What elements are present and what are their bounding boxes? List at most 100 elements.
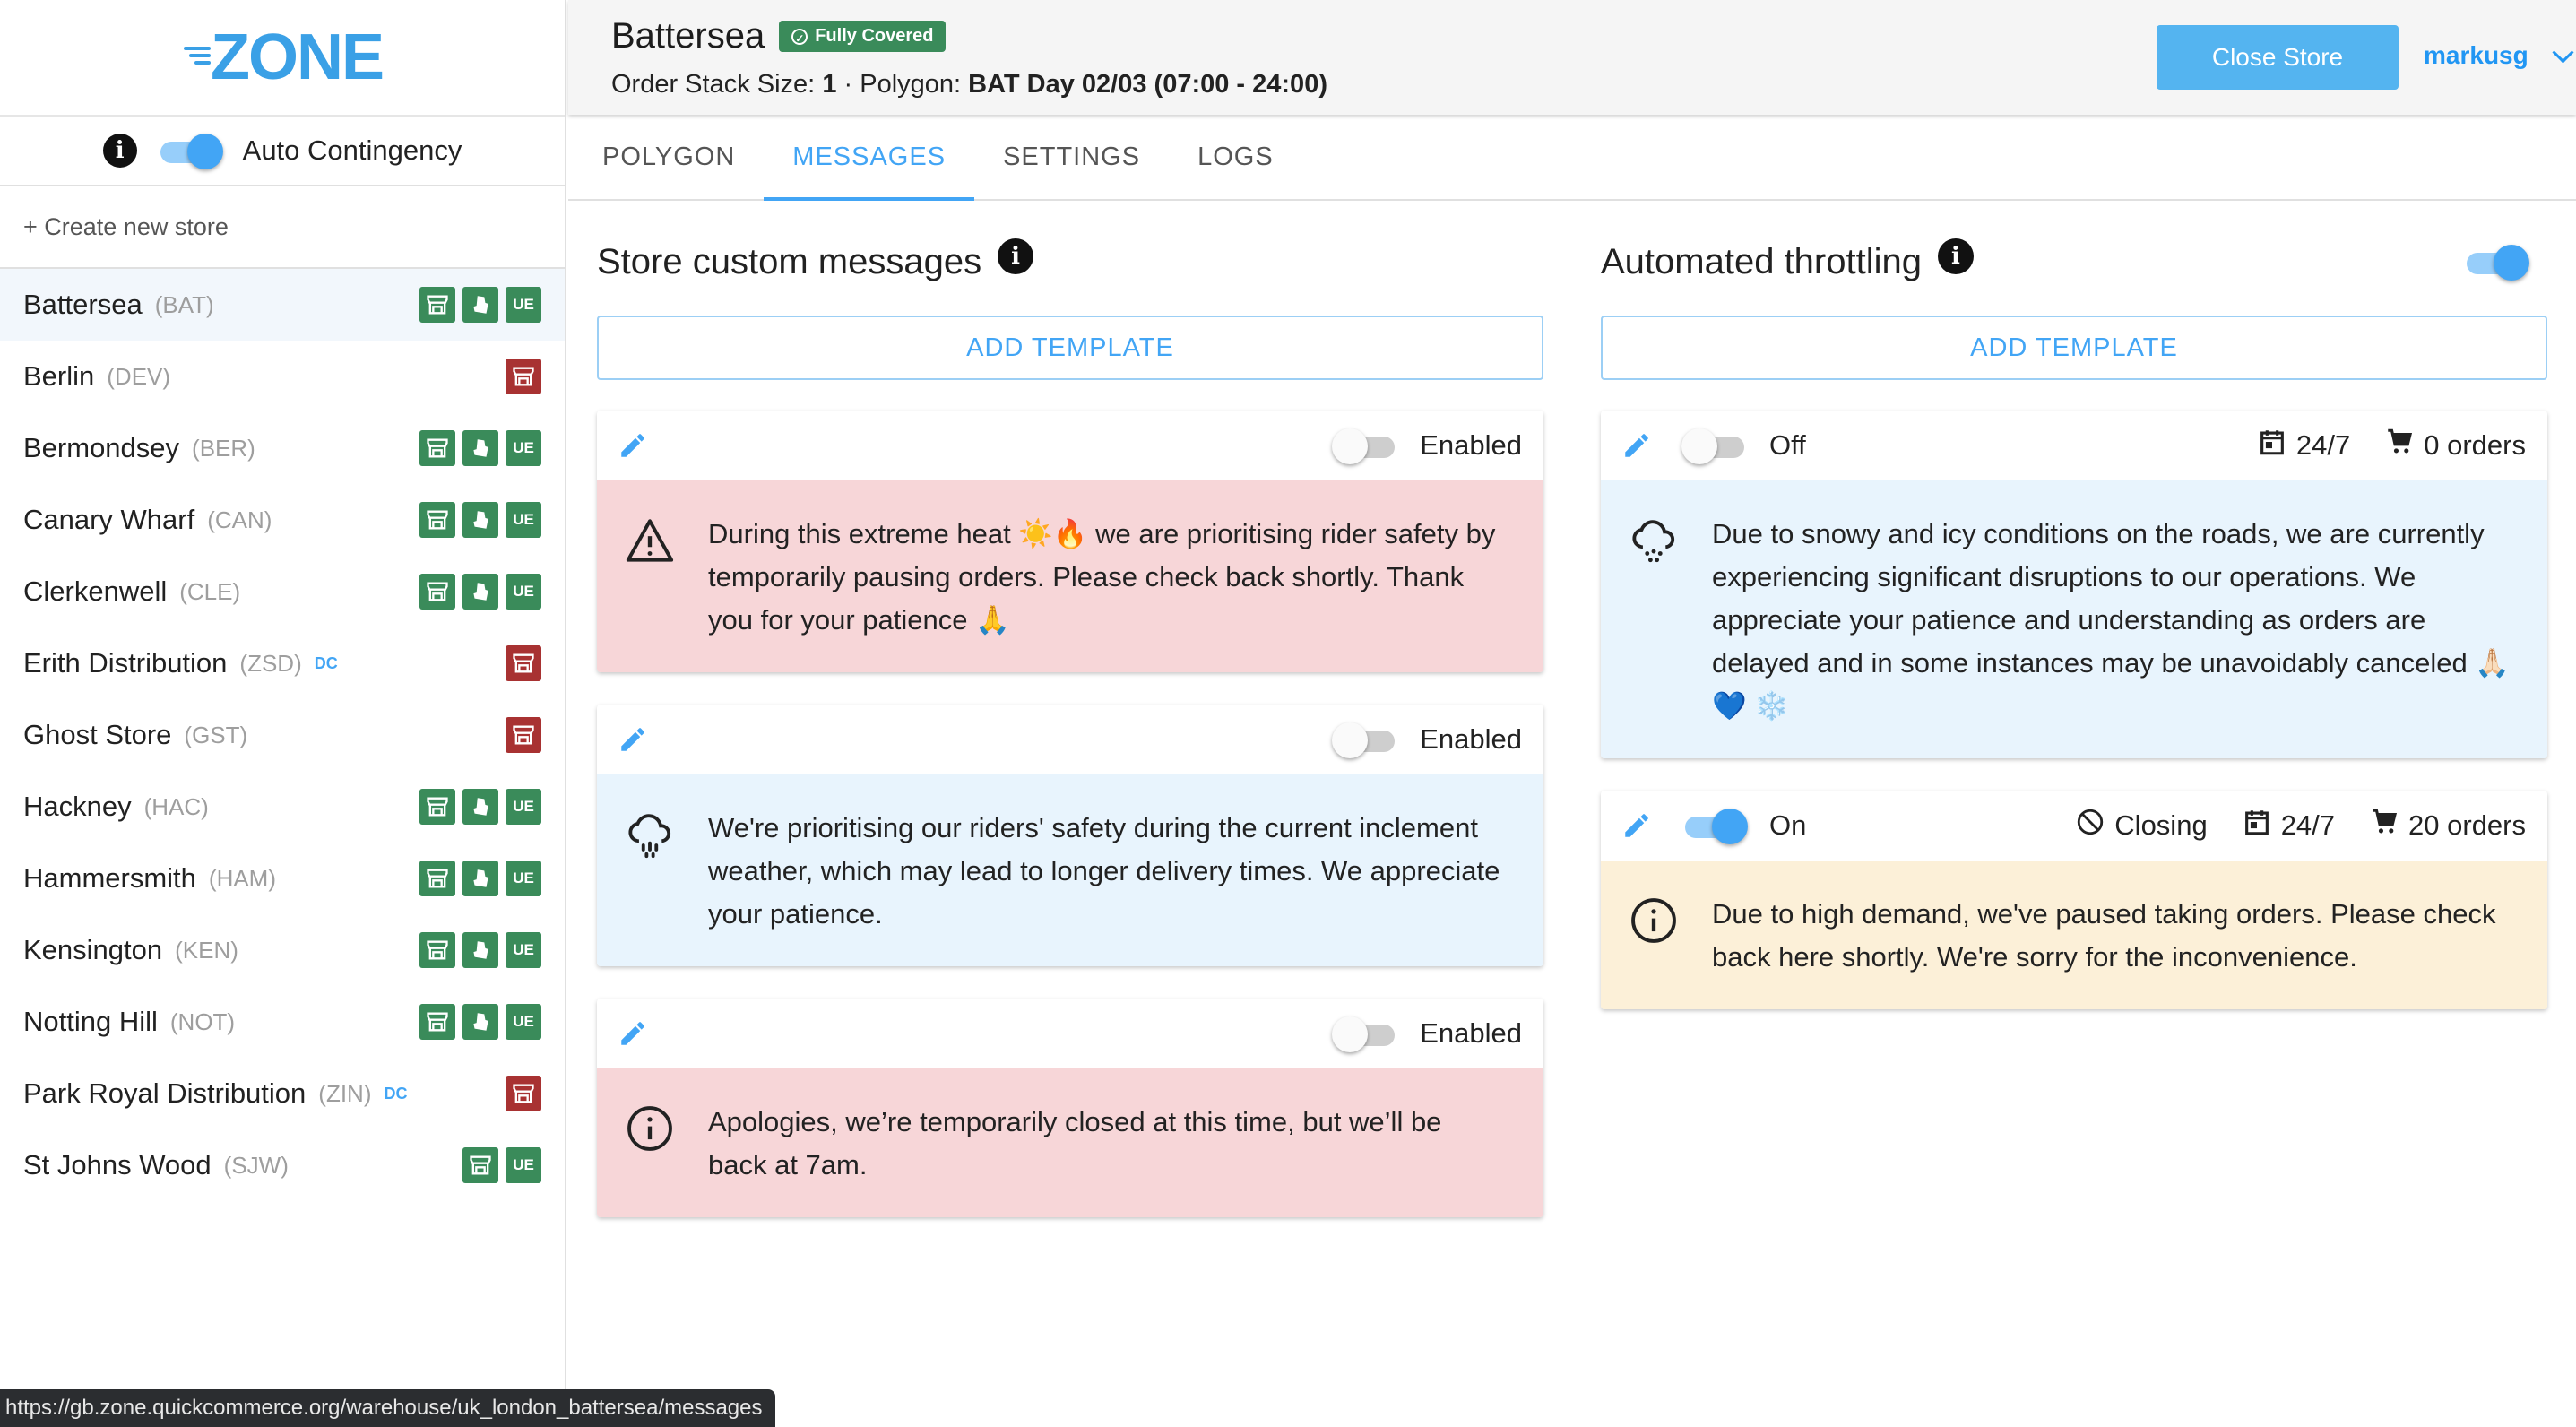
info-icon[interactable]: i — [102, 134, 137, 168]
edit-icon[interactable] — [615, 722, 651, 757]
store-name: Bermondsey — [23, 432, 180, 463]
page-title: Battersea — [611, 16, 765, 56]
sidebar-store-item[interactable]: Notting Hill (NOT) UE — [0, 986, 565, 1058]
sidebar-store-item[interactable]: Battersea (BAT) UE — [0, 269, 565, 341]
order-threshold: 0 orders — [2424, 429, 2526, 461]
info-icon[interactable]: i — [998, 238, 1034, 274]
message-enabled-toggle[interactable] — [1332, 1016, 1398, 1052]
snow-cloud-icon — [1628, 513, 1681, 728]
schedule-label: 24/7 — [2280, 809, 2336, 841]
info-circle-icon — [624, 1101, 678, 1187]
info-icon[interactable]: i — [1938, 238, 1974, 274]
ubereats-badge: UE — [506, 502, 541, 538]
block-icon — [2075, 807, 2105, 844]
create-store-link[interactable]: + Create new store — [0, 186, 565, 269]
message-card-header: Enabled — [597, 999, 1543, 1068]
add-template-button[interactable]: ADD TEMPLATE — [597, 316, 1543, 380]
logo[interactable]: ZONE — [0, 0, 565, 117]
sidebar-store-item[interactable]: Canary Wharf (CAN) UE — [0, 484, 565, 556]
message-enabled-toggle[interactable] — [1332, 722, 1398, 758]
sidebar-store-item[interactable]: Park Royal Distribution (ZIN) DC — [0, 1058, 565, 1129]
toggle-label: Enabled — [1420, 723, 1522, 755]
coverage-badge: ✓ Fully Covered — [779, 21, 947, 52]
ubereats-badge: UE — [506, 789, 541, 825]
ubereats-badge: UE — [506, 932, 541, 968]
sidebar-store-item[interactable]: Hammersmith (HAM) UE — [0, 843, 565, 914]
add-template-button[interactable]: ADD TEMPLATE — [1601, 316, 2547, 380]
store-name: Ghost Store — [23, 719, 172, 750]
throttling-toggle[interactable] — [2463, 245, 2529, 281]
store-code: (KEN) — [175, 936, 238, 964]
edit-icon[interactable] — [1619, 428, 1655, 463]
message-card: Enabled During this extreme heat ☀️🔥 we a… — [597, 411, 1543, 672]
sidebar-store-item[interactable]: Ghost Store (GST) — [0, 699, 565, 771]
username: markusg — [2424, 41, 2528, 69]
check-circle-icon: ✓ — [791, 28, 808, 45]
dc-tag: DC — [384, 1084, 408, 1103]
tab-logs[interactable]: LOGS — [1169, 115, 1302, 199]
deliveroo-icon — [462, 430, 498, 466]
throttling-card: On Closing 24/7 20 orders Due to high demand… — [1601, 791, 2547, 1009]
sidebar-store-item[interactable]: Clerkenwell (CLE) UE — [0, 556, 565, 627]
custom-message-list: Enabled During this extreme heat ☀️🔥 we a… — [597, 411, 1543, 1217]
ubereats-badge: UE — [506, 1004, 541, 1040]
store-name: Clerkenwell — [23, 575, 168, 607]
tab-settings[interactable]: SETTINGS — [974, 115, 1169, 199]
channel-badges: UE — [419, 861, 541, 896]
ubereats-badge: UE — [506, 287, 541, 323]
chevron-down-icon — [2552, 40, 2574, 64]
message-text: Due to snowy and icy conditions on the r… — [1712, 518, 2510, 722]
channel-badges — [506, 1076, 541, 1111]
store-code: (HAC) — [143, 792, 209, 820]
store-name: Canary Wharf — [23, 504, 195, 535]
throttling-template-toggle[interactable] — [1681, 809, 1748, 844]
store-name: Hammersmith — [23, 862, 196, 894]
edit-icon[interactable] — [615, 428, 651, 463]
store-code: (CLE) — [179, 577, 241, 605]
deliveroo-icon — [462, 861, 498, 896]
message-text: During this extreme heat ☀️🔥 we are prio… — [708, 518, 1496, 636]
user-menu[interactable]: markusg — [2424, 40, 2574, 70]
tab-polygon[interactable]: POLYGON — [574, 115, 764, 199]
store-code: (DEV) — [107, 362, 171, 390]
store-code: (CAN) — [207, 506, 272, 533]
sidebar-store-item[interactable]: Kensington (KEN) UE — [0, 914, 565, 986]
sidebar-store-item[interactable]: Berlin (DEV) — [0, 341, 565, 412]
message-body: We're prioritising our riders' safety du… — [597, 774, 1543, 966]
close-store-button[interactable]: Close Store — [2157, 25, 2399, 90]
tab-messages[interactable]: MESSAGES — [764, 115, 974, 201]
channel-badges: UE — [419, 502, 541, 538]
message-text: We're prioritising our riders' safety du… — [708, 812, 1500, 930]
edit-icon[interactable] — [1619, 808, 1655, 843]
custom-messages-title: Store custom messages — [597, 241, 982, 281]
dc-tag: DC — [314, 653, 338, 672]
message-text: Due to high demand, we've paused taking … — [1712, 898, 2496, 973]
channel-badges: UE — [462, 1147, 541, 1183]
channel-badges: UE — [419, 789, 541, 825]
channel-badges: UE — [419, 1004, 541, 1040]
order-stack-line: Order Stack Size: 1 · Polygon: BAT Day 0… — [611, 70, 1327, 99]
top-bar: Battersea ✓ Fully Covered Order Stack Si… — [568, 0, 2576, 115]
sidebar-store-item[interactable]: Erith Distribution (ZSD) DC — [0, 627, 565, 699]
logo-text: ZONE — [210, 22, 385, 93]
auto-contingency-toggle[interactable] — [157, 134, 223, 169]
sidebar-store-item[interactable]: Bermondsey (BER) UE — [0, 412, 565, 484]
store-code: (BAT) — [154, 290, 214, 318]
message-enabled-toggle[interactable] — [1332, 428, 1398, 464]
sidebar: ZONE i Auto Contingency + Create new sto… — [0, 0, 775, 1427]
ubereats-badge: UE — [506, 861, 541, 896]
sidebar-store-item[interactable]: St Johns Wood (SJW) UE — [0, 1129, 565, 1201]
store-name: St Johns Wood — [23, 1149, 212, 1181]
calendar-icon — [2242, 807, 2272, 844]
deliveroo-icon — [462, 502, 498, 538]
status-url: https://gb.zone.quickcommerce.org/wareho… — [0, 1389, 775, 1427]
tab-bar: POLYGON MESSAGES SETTINGS LOGS — [568, 115, 2576, 201]
throttling-meta: Closing 24/7 20 orders — [2075, 807, 2526, 844]
edit-icon[interactable] — [615, 1016, 651, 1051]
sidebar-store-item[interactable]: Hackney (HAC) UE — [0, 771, 565, 843]
storefront-icon — [419, 430, 455, 466]
storefront-icon — [419, 789, 455, 825]
storefront-closed-icon — [506, 359, 541, 394]
toggle-label: Off — [1769, 429, 1806, 461]
throttling-template-toggle[interactable] — [1681, 428, 1748, 464]
